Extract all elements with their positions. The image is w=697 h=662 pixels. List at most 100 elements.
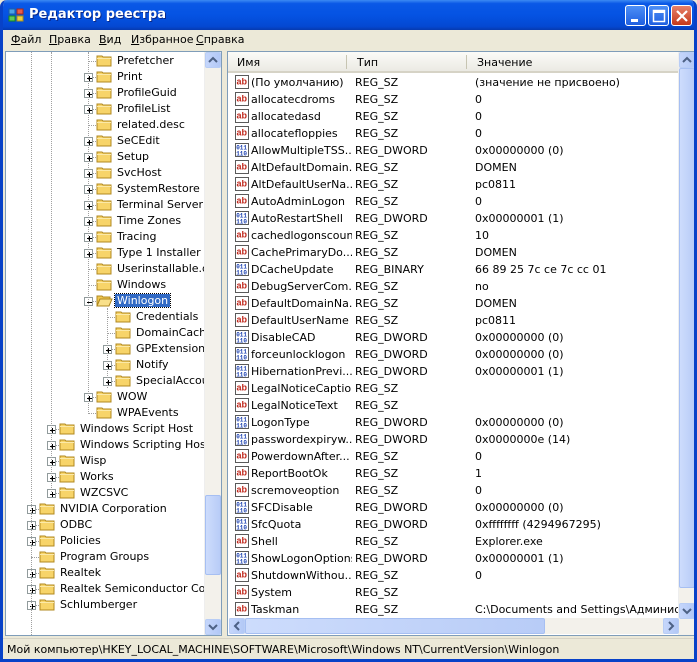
tree-item[interactable]: Policies xyxy=(6,533,205,549)
tree-item[interactable]: DomainCache xyxy=(6,325,213,341)
tree-item[interactable]: Credentials xyxy=(6,309,205,325)
value-row[interactable]: ab scremoveoption REG_SZ 0 xyxy=(228,482,679,499)
tree-item-label[interactable]: Terminal Server xyxy=(115,198,205,211)
tree-item-label[interactable]: Print xyxy=(115,70,144,83)
scroll-thumb[interactable] xyxy=(205,495,221,575)
tree-item-label[interactable]: WZCSVC xyxy=(78,486,130,499)
minimize-button[interactable] xyxy=(625,5,646,26)
tree-item[interactable]: ProfileList xyxy=(6,101,205,117)
scroll-thumb[interactable] xyxy=(679,68,694,588)
tree-item-label[interactable]: GPExtensions xyxy=(134,342,213,355)
tree-item-label[interactable]: WPAEvents xyxy=(115,406,181,419)
tree-item-label[interactable]: Schlumberger xyxy=(58,598,139,611)
tree-item[interactable]: Time Zones xyxy=(6,213,205,229)
value-row[interactable]: 011 110 forceunlocklogon REG_DWORD 0x0000000… xyxy=(228,346,679,363)
tree-vertical-scrollbar[interactable] xyxy=(204,52,221,635)
tree-item[interactable]: SvcHost xyxy=(6,165,205,181)
tree-item-label[interactable]: Winlogon xyxy=(113,293,172,308)
value-row[interactable]: ab AltDefaultUserNa... REG_SZ pc0811 xyxy=(228,176,679,193)
tree-item-label[interactable]: WOW xyxy=(115,390,149,403)
scroll-down-button[interactable] xyxy=(679,603,694,619)
value-row[interactable]: ab System REG_SZ xyxy=(228,584,679,601)
tree-item-label[interactable]: Windows Script Host xyxy=(78,422,195,435)
tree-item-label[interactable]: SeCEdit xyxy=(115,134,162,147)
tree-item-label[interactable]: Type 1 Installer xyxy=(115,246,203,259)
tree-item[interactable]: WOW xyxy=(6,389,205,405)
tree-item-label[interactable]: related.desc xyxy=(115,118,187,131)
tree-item[interactable]: NVIDIA Corporation xyxy=(6,501,205,517)
tree-item[interactable]: ODBC xyxy=(6,517,205,533)
tree-item[interactable]: SystemRestore xyxy=(6,181,205,197)
tree-item-label[interactable]: SystemRestore xyxy=(115,182,202,195)
tree-item-label[interactable]: ProfileGuid xyxy=(115,86,179,99)
value-row[interactable]: ab DefaultUserName REG_SZ pc0811 xyxy=(228,312,679,329)
value-row[interactable]: ab allocatefloppies REG_SZ 0 xyxy=(228,125,679,142)
tree-item[interactable]: SeCEdit xyxy=(6,133,205,149)
tree-item-label[interactable]: Credentials xyxy=(134,310,200,323)
tree-item[interactable]: related.desc xyxy=(6,117,205,133)
tree-item[interactable]: Program Groups xyxy=(6,549,205,565)
column-header-value[interactable]: Значение xyxy=(477,56,532,69)
tree-item-label[interactable]: Prefetcher xyxy=(115,54,176,67)
tree-item[interactable]: WZCSVC xyxy=(6,485,205,501)
value-row[interactable]: 011 110 SfcQuota REG_DWORD 0xffffffff (42949… xyxy=(228,516,679,533)
close-button[interactable] xyxy=(671,5,692,26)
tree-item-label[interactable]: Realtek xyxy=(58,566,103,579)
tree-item[interactable]: Type 1 Installer xyxy=(6,245,205,261)
tree-item[interactable]: Setup xyxy=(6,149,205,165)
registry-tree[interactable]: Prefetcher Print ProfileGuid ProfileList rel… xyxy=(5,51,222,636)
value-row[interactable]: ab PowerdownAfter... REG_SZ 0 xyxy=(228,448,679,465)
tree-item-label[interactable]: Tracing xyxy=(115,230,158,243)
scroll-up-button[interactable] xyxy=(205,52,221,68)
value-row[interactable]: 011 110 AutoRestartShell REG_DWORD 0x0000000… xyxy=(228,210,679,227)
tree-item[interactable]: Notify xyxy=(6,357,205,373)
tree-item[interactable]: ProfileGuid xyxy=(6,85,205,101)
tree-item[interactable]: WPAEvents xyxy=(6,405,205,421)
tree-item[interactable]: Terminal Server xyxy=(6,197,205,213)
tree-item-label[interactable]: ProfileList xyxy=(115,102,172,115)
value-row[interactable]: ab LegalNoticeText REG_SZ xyxy=(228,397,679,414)
value-row[interactable]: ab allocatedasd REG_SZ 0 xyxy=(228,108,679,125)
tree-item[interactable]: Windows xyxy=(6,277,205,293)
tree-item[interactable]: Userinstallable.dri xyxy=(6,261,217,277)
tree-item[interactable]: Prefetcher xyxy=(6,53,205,69)
maximize-button[interactable] xyxy=(648,5,669,26)
menu-item[interactable]: Файл xyxy=(11,33,41,46)
menu-item[interactable]: Правка xyxy=(49,33,91,46)
value-row[interactable]: ab Taskman REG_SZ C:\Documents and Settings… xyxy=(228,601,694,618)
value-row[interactable]: 011 110 DCacheUpdate REG_BINARY 66 89 25 7c … xyxy=(228,261,679,278)
value-row[interactable]: ab allocatecdroms REG_SZ 0 xyxy=(228,91,679,108)
value-row[interactable]: ab DebugServerCom... REG_SZ no xyxy=(228,278,679,295)
tree-item-label[interactable]: Program Groups xyxy=(58,550,151,563)
value-row[interactable]: 011 110 DisableCAD REG_DWORD 0x00000000 (0) xyxy=(228,329,679,346)
value-row[interactable]: 011 110 ShowLogonOptions REG_DWORD 0x0000000… xyxy=(228,550,679,567)
scroll-right-button[interactable] xyxy=(663,618,679,634)
tree-item[interactable]: Winlogon xyxy=(6,293,205,309)
tree-item-label[interactable]: Realtek Semiconductor Corp. xyxy=(58,582,221,595)
tree-item-label[interactable]: ODBC xyxy=(58,518,94,531)
tree-item-label[interactable]: Wisp xyxy=(78,454,108,467)
tree-item[interactable]: Realtek Semiconductor Corp. xyxy=(6,581,220,597)
tree-item[interactable]: Works xyxy=(6,469,205,485)
tree-item-label[interactable]: Windows Scripting Host xyxy=(78,438,212,451)
tree-item-label[interactable]: Setup xyxy=(115,150,151,163)
scroll-up-button[interactable] xyxy=(679,52,694,68)
tree-item[interactable]: Windows Script Host xyxy=(6,421,205,437)
tree-item[interactable]: GPExtensions xyxy=(6,341,211,357)
tree-item[interactable]: SpecialAccour xyxy=(6,373,213,389)
tree-item-label[interactable]: NVIDIA Corporation xyxy=(58,502,169,515)
value-row[interactable]: ab (По умолчанию) REG_SZ (значение не присв… xyxy=(228,74,679,91)
column-header-type[interactable]: Тип xyxy=(357,56,378,69)
column-header-name[interactable]: Имя xyxy=(237,56,260,69)
column-divider[interactable] xyxy=(346,55,347,69)
menu-item[interactable]: Избранное xyxy=(131,33,193,46)
tree-item[interactable]: Schlumberger xyxy=(6,597,205,613)
value-row[interactable]: ab CachePrimaryDo... REG_SZ DOMEN xyxy=(228,244,679,261)
value-row[interactable]: ab AltDefaultDomain... REG_SZ DOMEN xyxy=(228,159,679,176)
value-row[interactable]: 011 110 AllowMultipleTSS... REG_DWORD 0x0000… xyxy=(228,142,679,159)
tree-item-label[interactable]: Notify xyxy=(134,358,171,371)
value-row[interactable]: ab LegalNoticeCaption REG_SZ xyxy=(228,380,679,397)
tree-item[interactable]: Tracing xyxy=(6,229,205,245)
tree-item[interactable]: Realtek xyxy=(6,565,205,581)
value-row[interactable]: ab Shell REG_SZ Explorer.exe xyxy=(228,533,679,550)
